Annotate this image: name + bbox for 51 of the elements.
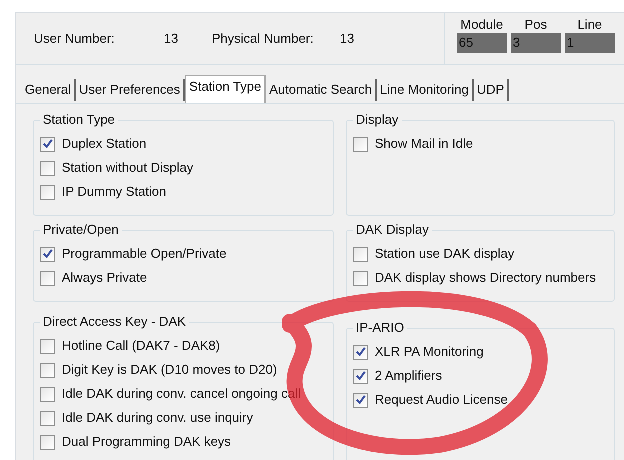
checkmark-icon — [356, 371, 366, 381]
checkbox-label: Always Private — [62, 269, 148, 287]
checkbox-label: Programmable Open/Private — [62, 245, 227, 263]
checkbox-label: Station without Display — [62, 159, 194, 177]
checkbox-label: Hotline Call (DAK7 - DAK8) — [62, 337, 220, 355]
field-value: 13 — [340, 30, 354, 48]
checkbox[interactable] — [40, 362, 55, 378]
checkbox[interactable] — [40, 184, 55, 200]
field-label: Line — [576, 17, 604, 33]
checkbox-label: Duplex Station — [62, 135, 147, 153]
checkbox-label: DAK display shows Directory numbers — [375, 269, 596, 287]
readonly-field: 1 — [565, 33, 615, 53]
checkbox[interactable] — [40, 136, 55, 152]
checkbox[interactable] — [40, 434, 55, 450]
checkbox[interactable] — [353, 368, 368, 384]
tab[interactable]: Automatic Search — [266, 79, 378, 101]
field-label: Pos — [524, 17, 548, 33]
checkmark-icon — [356, 347, 366, 357]
checkbox[interactable] — [40, 410, 55, 426]
checkbox-label: Show Mail in Idle — [375, 135, 474, 153]
checkbox[interactable] — [353, 344, 368, 360]
tab[interactable]: Line Monitoring — [377, 79, 474, 101]
checkbox-label: Dual Programming DAK keys — [62, 433, 232, 451]
checkbox[interactable] — [353, 136, 368, 152]
field-label: Physical Number: — [212, 30, 315, 48]
readonly-field: 65 — [457, 33, 507, 53]
checkbox-label: Request Audio License — [375, 391, 508, 409]
checkbox[interactable] — [353, 270, 368, 286]
checkbox-label: Digit Key is DAK (D10 moves to D20) — [62, 361, 278, 379]
checkbox[interactable] — [40, 386, 55, 402]
checkbox[interactable] — [40, 246, 55, 262]
checkbox[interactable] — [40, 270, 55, 286]
checkbox-label: Idle DAK during conv. use inquiry — [62, 409, 254, 427]
tab[interactable]: General — [22, 79, 76, 101]
field-label: Module — [460, 17, 504, 33]
field-label: User Number: — [34, 30, 116, 48]
checkbox-label: 2 Amplifiers — [375, 367, 442, 385]
tab[interactable]: UDP — [474, 79, 510, 101]
tab[interactable]: Station Type — [185, 75, 266, 103]
checkbox-label: IP Dummy Station — [62, 183, 167, 201]
field-value: 13 — [164, 30, 180, 48]
readonly-field: 3 — [511, 33, 561, 53]
checkbox[interactable] — [40, 160, 55, 176]
checkbox[interactable] — [353, 392, 368, 408]
checkbox[interactable] — [40, 338, 55, 354]
checkmark-icon — [42, 249, 52, 259]
checkmark-icon — [42, 139, 52, 149]
checkbox[interactable] — [353, 246, 368, 262]
checkmark-icon — [356, 395, 366, 405]
checkbox-label: Station use DAK display — [375, 245, 514, 263]
checkbox-label: XLR PA Monitoring — [375, 343, 484, 361]
